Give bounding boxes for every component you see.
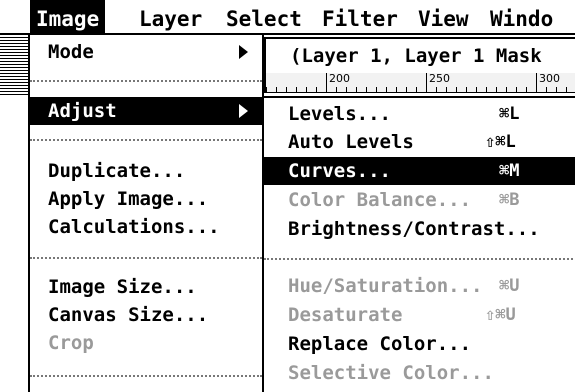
menu-item-crop: Crop — [48, 332, 94, 354]
image-menu: Mode Adjust Duplicate... Apply Image... … — [28, 35, 264, 392]
triangle-right-icon — [239, 104, 248, 118]
menu-separator — [30, 139, 262, 141]
shortcut-hue-saturation: ⌘U — [499, 276, 520, 296]
menu-layer[interactable]: Layer — [133, 0, 208, 33]
submenu-item-color-balance-label: Color Balance... — [288, 189, 472, 211]
submenu-item-curves[interactable]: Curves... ⌘M — [264, 157, 575, 185]
triangle-right-icon — [239, 45, 248, 59]
menu-image[interactable]: Image — [30, 0, 106, 33]
submenu-item-auto-levels[interactable]: Auto Levels ⇧⌘L — [264, 128, 575, 156]
submenu-item-hue-saturation: Hue/Saturation... ⌘U — [264, 272, 575, 300]
shortcut-levels: ⌘L — [499, 104, 520, 124]
menu-item-calculations[interactable]: Calculations... — [30, 213, 262, 241]
ruler-label-250: 250 — [426, 73, 450, 92]
menu-view[interactable]: View — [412, 0, 475, 33]
adjust-submenu: Levels... ⌘L Auto Levels ⇧⌘L Curves... ⌘… — [262, 96, 575, 392]
shortcut-auto-levels: ⇧⌘L — [485, 132, 516, 152]
submenu-item-desaturate: Desaturate ⇧⌘U — [264, 301, 575, 329]
menu-item-adjust-label: Adjust — [48, 100, 117, 122]
document-window-edge — [0, 35, 28, 95]
submenu-item-selective-color: Selective Color... — [288, 362, 494, 384]
menu-filter[interactable]: Filter — [316, 0, 404, 33]
submenu-item-hue-saturation-label: Hue/Saturation... — [288, 275, 483, 297]
shortcut-color-balance: ⌘B — [499, 190, 520, 210]
menu-window[interactable]: Windo — [484, 0, 559, 33]
menu-bar: Image Layer Select Filter View Windo — [0, 0, 575, 35]
ruler-label-200: 200 — [326, 73, 350, 92]
document-title: (Layer 1, Layer 1 Mask — [290, 45, 542, 67]
menu-item-adjust[interactable]: Adjust — [30, 97, 262, 125]
submenu-item-auto-levels-label: Auto Levels — [288, 131, 414, 153]
submenu-item-desaturate-label: Desaturate — [288, 304, 403, 326]
menu-item-duplicate[interactable]: Duplicate... — [30, 157, 262, 185]
submenu-item-replace-color[interactable]: Replace Color... — [264, 330, 575, 358]
shortcut-desaturate: ⇧⌘U — [485, 305, 516, 325]
ruler-label-300: 300 — [536, 73, 560, 92]
submenu-item-levels[interactable]: Levels... ⌘L — [264, 100, 575, 128]
menu-separator — [30, 375, 262, 377]
menu-select[interactable]: Select — [220, 0, 308, 33]
menu-separator — [30, 80, 262, 82]
menu-item-canvas-size[interactable]: Canvas Size... — [30, 301, 262, 329]
submenu-item-color-balance: Color Balance... ⌘B — [264, 186, 575, 214]
submenu-separator — [264, 258, 575, 260]
menu-item-image-size[interactable]: Image Size... — [30, 273, 262, 301]
menu-separator — [30, 257, 262, 259]
submenu-item-brightness-contrast[interactable]: Brightness/Contrast... — [264, 215, 575, 243]
menu-item-mode-label: Mode — [48, 41, 94, 63]
submenu-item-curves-label: Curves... — [288, 160, 391, 182]
menu-item-mode[interactable]: Mode — [30, 38, 262, 66]
horizontal-ruler: 200 250 300 — [264, 73, 575, 93]
document-title-bar[interactable]: (Layer 1, Layer 1 Mask — [264, 37, 575, 73]
shortcut-curves: ⌘M — [499, 161, 520, 181]
submenu-item-levels-label: Levels... — [288, 103, 391, 125]
menu-item-apply-image[interactable]: Apply Image... — [30, 185, 262, 213]
